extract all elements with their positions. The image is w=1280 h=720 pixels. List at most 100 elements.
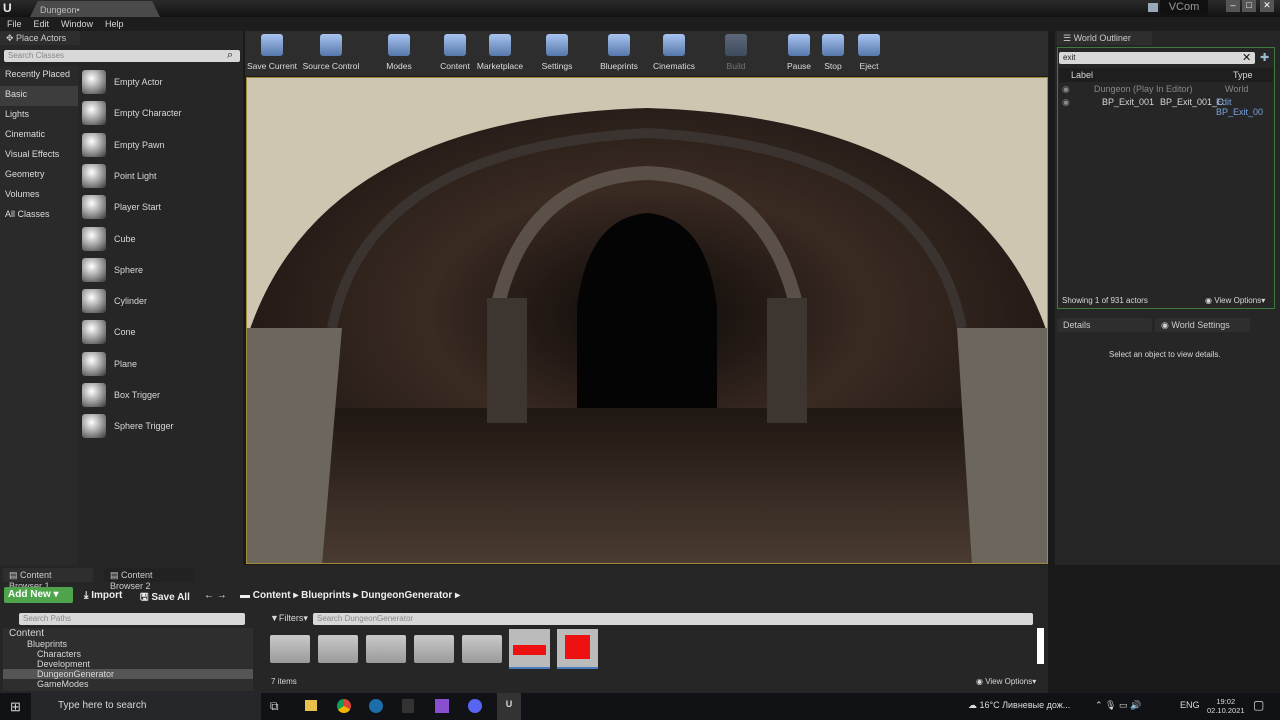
tree-item[interactable]: GameModes <box>3 679 253 689</box>
tree-item[interactable]: Blueprints <box>3 639 253 649</box>
col-label[interactable]: Label <box>1071 70 1093 80</box>
scrollbar[interactable] <box>1037 628 1044 664</box>
category-lights[interactable]: Lights <box>0 106 78 126</box>
breadcrumb-content[interactable]: Content <box>253 590 291 601</box>
outliner-row[interactable]: ◉ BP_Exit_001 BP_Exit_001_C Edit BP_Exit… <box>1059 97 1273 117</box>
minimize-button[interactable]: – <box>1226 0 1240 12</box>
menu-file[interactable]: File <box>7 19 22 29</box>
search-assets-input[interactable]: Search DungeonGenerator <box>313 613 1033 625</box>
tray-icons[interactable]: ⌃ 🎙 ▭ 🔊 <box>1095 700 1141 711</box>
clock[interactable]: 19:02 02.10.2021 <box>1207 697 1245 715</box>
level-viewport[interactable] <box>246 77 1048 564</box>
folder-asset[interactable] <box>462 635 502 663</box>
tab-details[interactable]: Details <box>1057 318 1152 332</box>
windows-start-icon[interactable]: ⊞ <box>10 699 21 715</box>
maximize-button[interactable]: □ <box>1242 0 1256 12</box>
tree-item[interactable]: Characters <box>3 649 253 659</box>
folder-asset[interactable] <box>318 635 358 663</box>
actor-item[interactable]: Sphere Trigger <box>82 412 174 440</box>
toolbar-source-control-button[interactable]: Source Control <box>301 34 361 71</box>
actor-item[interactable]: Sphere <box>82 256 143 284</box>
view-options-button[interactable]: ◉ View Options▾ <box>976 677 1036 686</box>
epic-games-icon[interactable] <box>402 699 414 713</box>
outliner-search-input[interactable]: exit <box>1059 52 1255 64</box>
tab-world-outliner[interactable]: ☰ World Outliner <box>1057 31 1152 45</box>
toolbar-cinematics-button[interactable]: Cinematics <box>644 34 704 71</box>
document-tab[interactable]: Dungeon• <box>30 1 160 17</box>
import-button[interactable]: ⤓ Import <box>84 590 122 601</box>
toolbar-eject-button[interactable]: Eject <box>839 34 899 71</box>
filters-button[interactable]: ▼Filters▾ <box>270 613 308 624</box>
clear-search-icon[interactable]: ✕ <box>1242 51 1251 64</box>
notifications-icon[interactable]: ▢ <box>1253 698 1264 712</box>
steam-icon[interactable] <box>369 699 383 713</box>
taskbar-search[interactable]: Type here to search <box>31 693 261 720</box>
actor-item[interactable]: Cylinder <box>82 287 147 315</box>
blueprint-asset[interactable] <box>509 629 550 669</box>
tree-item[interactable]: Development <box>3 659 253 669</box>
menu-window[interactable]: Window <box>61 19 93 29</box>
add-actor-icon[interactable]: ✚ <box>1260 51 1269 64</box>
discord-icon[interactable] <box>468 699 482 713</box>
tab-place-actors[interactable]: ✥ Place Actors <box>0 31 80 45</box>
tab-content-browser-1[interactable]: ▤ Content Browser 1 <box>3 568 93 591</box>
close-button[interactable]: ✕ <box>1260 0 1274 12</box>
save-current-icon <box>261 34 283 56</box>
search-classes-input[interactable]: Search Classes <box>4 50 240 62</box>
category-recently-placed[interactable]: Recently Placed <box>0 66 78 86</box>
visual-studio-icon[interactable] <box>435 699 449 713</box>
actor-item[interactable]: Cube <box>82 225 136 253</box>
filters-label: Filters <box>278 613 304 623</box>
actor-item[interactable]: Empty Character <box>82 99 182 127</box>
toolbar-label: Blueprints <box>600 61 638 71</box>
folder-asset[interactable] <box>414 635 454 663</box>
task-view-icon[interactable]: ⧉ <box>270 699 279 714</box>
actor-item[interactable]: Empty Pawn <box>82 131 165 159</box>
tree-item[interactable]: Content <box>3 628 253 639</box>
folder-asset[interactable] <box>366 635 406 663</box>
menu-edit[interactable]: Edit <box>34 19 50 29</box>
actor-item[interactable]: Box Trigger <box>82 381 160 409</box>
category-volumes[interactable]: Volumes <box>0 186 78 206</box>
language-indicator[interactable]: ENG <box>1180 700 1200 710</box>
actor-item[interactable]: Player Start <box>82 193 161 221</box>
chrome-icon[interactable] <box>337 699 351 713</box>
menu-help[interactable]: Help <box>105 19 124 29</box>
outliner-row[interactable]: ◉ Dungeon (Play In Editor) World <box>1059 84 1273 96</box>
notification-icon[interactable] <box>1148 3 1158 12</box>
category-all-classes[interactable]: All Classes <box>0 206 78 226</box>
outliner-view-options[interactable]: ◉ View Options▾ <box>1205 296 1265 305</box>
details-empty-message: Select an object to view details. <box>1109 350 1221 359</box>
folder-asset[interactable] <box>270 635 310 663</box>
history-back-icon[interactable]: ← → <box>204 590 227 601</box>
edit-blueprint-link[interactable]: Edit BP_Exit_00 <box>1216 97 1273 117</box>
add-new-button[interactable]: Add New ▾ <box>4 587 73 603</box>
blueprint-asset[interactable] <box>557 629 598 669</box>
toolbar-build-button[interactable]: Build <box>706 34 766 71</box>
category-cinematic[interactable]: Cinematic <box>0 126 78 146</box>
actor-item[interactable]: Point Light <box>82 162 157 190</box>
toolbar-save-current-button[interactable]: Save Current <box>242 34 302 71</box>
col-type[interactable]: Type <box>1233 70 1253 80</box>
actor-item[interactable]: Cone <box>82 318 136 346</box>
tab-world-settings[interactable]: ◉ World Settings <box>1155 318 1250 332</box>
tab-content-browser-2[interactable]: ▤ Content Browser 2 <box>104 568 194 591</box>
category-basic[interactable]: Basic <box>0 86 78 106</box>
search-paths-input[interactable]: Search Paths <box>19 613 245 625</box>
actor-item[interactable]: Empty Actor <box>82 68 163 96</box>
actor-item[interactable]: Plane <box>82 350 137 378</box>
toolbar-blueprints-button[interactable]: Blueprints <box>589 34 649 71</box>
breadcrumb-dungeongenerator[interactable]: DungeonGenerator <box>361 590 452 601</box>
weather-widget[interactable]: ☁ 16°C Ливневые дож... <box>968 700 1070 711</box>
actor-label: Plane <box>114 358 138 369</box>
save-all-button[interactable]: 🖫 Save All <box>140 590 190 607</box>
toolbar-modes-button[interactable]: Modes <box>369 34 429 71</box>
file-explorer-icon[interactable] <box>305 700 317 711</box>
toolbar-settings-button[interactable]: Settings <box>527 34 587 71</box>
category-geometry[interactable]: Geometry <box>0 166 78 186</box>
tree-item[interactable]: DungeonGenerator <box>3 669 253 679</box>
toolbar-marketplace-button[interactable]: Marketplace <box>470 34 530 71</box>
category-visual-effects[interactable]: Visual Effects <box>0 146 78 166</box>
breadcrumb-blueprints[interactable]: Blueprints <box>301 590 350 601</box>
unreal-taskbar-icon[interactable]: U <box>497 693 521 720</box>
